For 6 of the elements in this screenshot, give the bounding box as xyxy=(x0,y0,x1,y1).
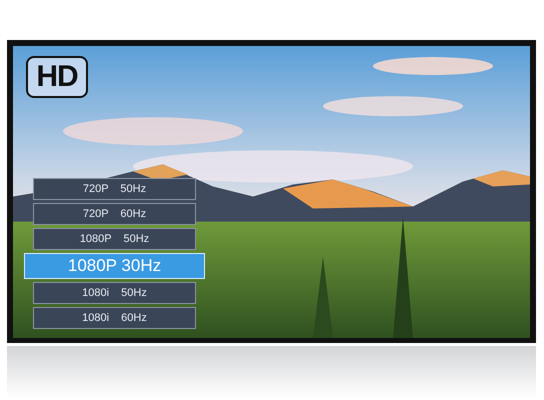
resolution-option[interactable]: 1080i 50Hz xyxy=(33,282,196,304)
resolution-option[interactable]: 1080i 60Hz xyxy=(33,307,196,329)
resolution-option[interactable]: 720P 50Hz xyxy=(33,178,196,200)
hd-badge: HD xyxy=(26,56,88,98)
resolution-option[interactable]: 720P 60Hz xyxy=(33,203,196,225)
resolution-option[interactable]: 1080P 50Hz xyxy=(33,228,196,250)
